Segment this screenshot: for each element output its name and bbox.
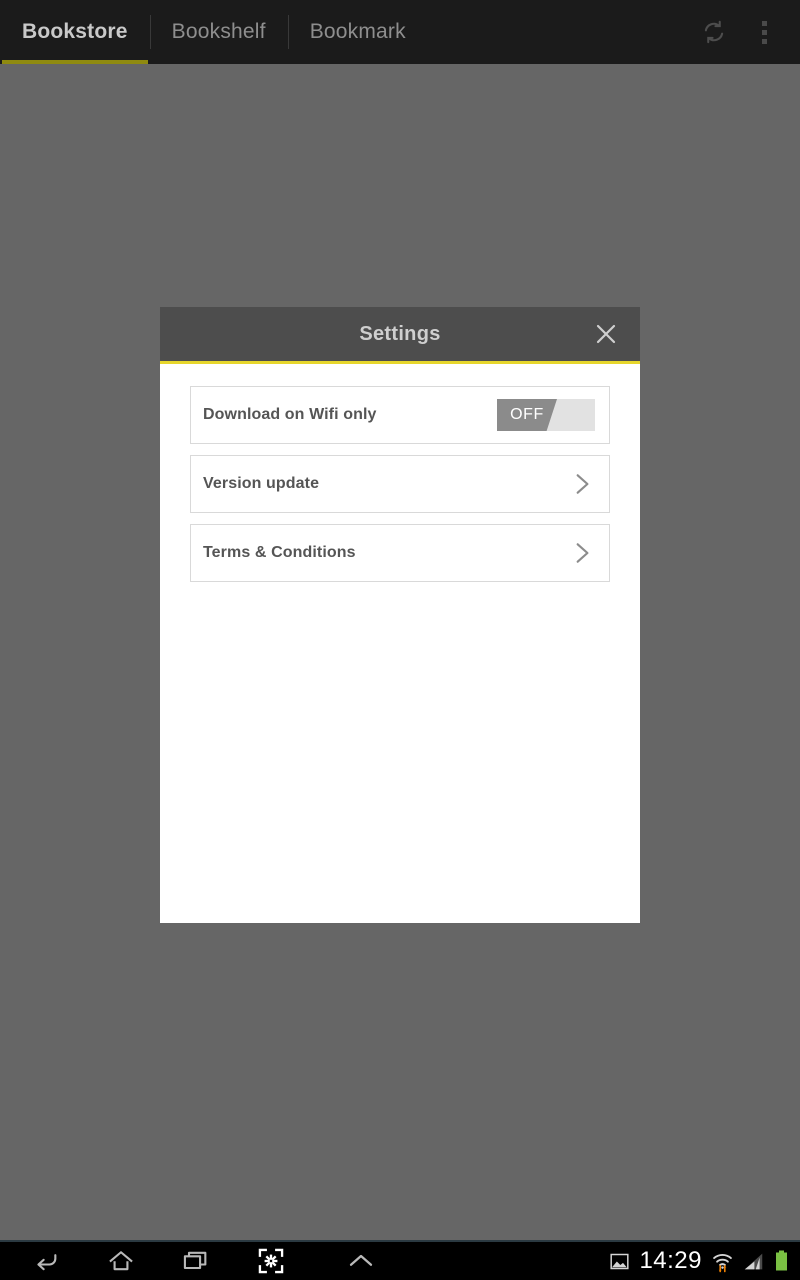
tab-bookmark[interactable]: Bookmark — [287, 0, 428, 64]
top-app-bar: Bookstore Bookshelf Bookmark — [0, 0, 800, 64]
setting-label-terms-conditions: Terms & Conditions — [203, 544, 356, 561]
wifi-only-toggle[interactable]: OFF — [497, 399, 595, 431]
status-clock: 14:29 — [639, 1247, 702, 1274]
setting-control-version-update — [569, 471, 595, 497]
toggle-state-label: OFF — [510, 406, 544, 423]
chevron-right-icon[interactable] — [569, 471, 595, 497]
setting-row-download-wifi[interactable]: Download on Wifi only OFF — [190, 386, 610, 444]
settings-dialog: Settings Download on Wifi only OFF Versi… — [160, 307, 640, 923]
close-icon[interactable] — [588, 316, 624, 352]
device-screen: Bookstore Bookshelf Bookmark Settings Do… — [0, 0, 800, 1280]
status-area[interactable]: 14:29 — [609, 1247, 800, 1275]
nav-buttons — [0, 1241, 413, 1280]
expand-button[interactable] — [308, 1241, 413, 1280]
dialog-title: Settings — [359, 322, 441, 345]
tab-bookstore-label: Bookstore — [22, 20, 128, 43]
setting-label-download-wifi: Download on Wifi only — [203, 406, 377, 423]
battery-icon — [773, 1250, 790, 1272]
refresh-icon[interactable] — [692, 10, 736, 54]
overflow-dots — [761, 20, 767, 44]
home-button[interactable] — [83, 1241, 158, 1280]
signal-icon — [743, 1251, 764, 1272]
dialog-header: Settings — [160, 307, 640, 364]
setting-row-terms-conditions[interactable]: Terms & Conditions — [190, 524, 610, 582]
chevron-right-icon[interactable] — [569, 540, 595, 566]
overflow-dot — [761, 20, 767, 26]
setting-label-version-update: Version update — [203, 475, 320, 492]
top-bar-actions — [692, 10, 800, 54]
overflow-dot — [761, 38, 767, 44]
setting-row-version-update[interactable]: Version update — [190, 455, 610, 513]
setting-control-download-wifi: OFF — [497, 399, 595, 431]
dialog-body: Download on Wifi only OFF Version update — [160, 364, 640, 582]
system-navigation-bar: 14:29 — [0, 1240, 800, 1280]
tab-bookmark-label: Bookmark — [309, 20, 406, 43]
overflow-menu-icon[interactable] — [742, 10, 786, 54]
tab-bar: Bookstore Bookshelf Bookmark — [0, 0, 428, 64]
overflow-dot — [761, 29, 767, 35]
screenshot-button[interactable] — [233, 1241, 308, 1280]
wifi-icon — [711, 1250, 734, 1273]
tab-bookstore[interactable]: Bookstore — [0, 0, 150, 64]
setting-control-terms-conditions — [569, 540, 595, 566]
image-icon — [609, 1251, 630, 1272]
tab-bookshelf-label: Bookshelf — [171, 20, 266, 43]
back-button[interactable] — [8, 1241, 83, 1280]
recents-button[interactable] — [158, 1241, 233, 1280]
tab-bookshelf[interactable]: Bookshelf — [149, 0, 288, 64]
